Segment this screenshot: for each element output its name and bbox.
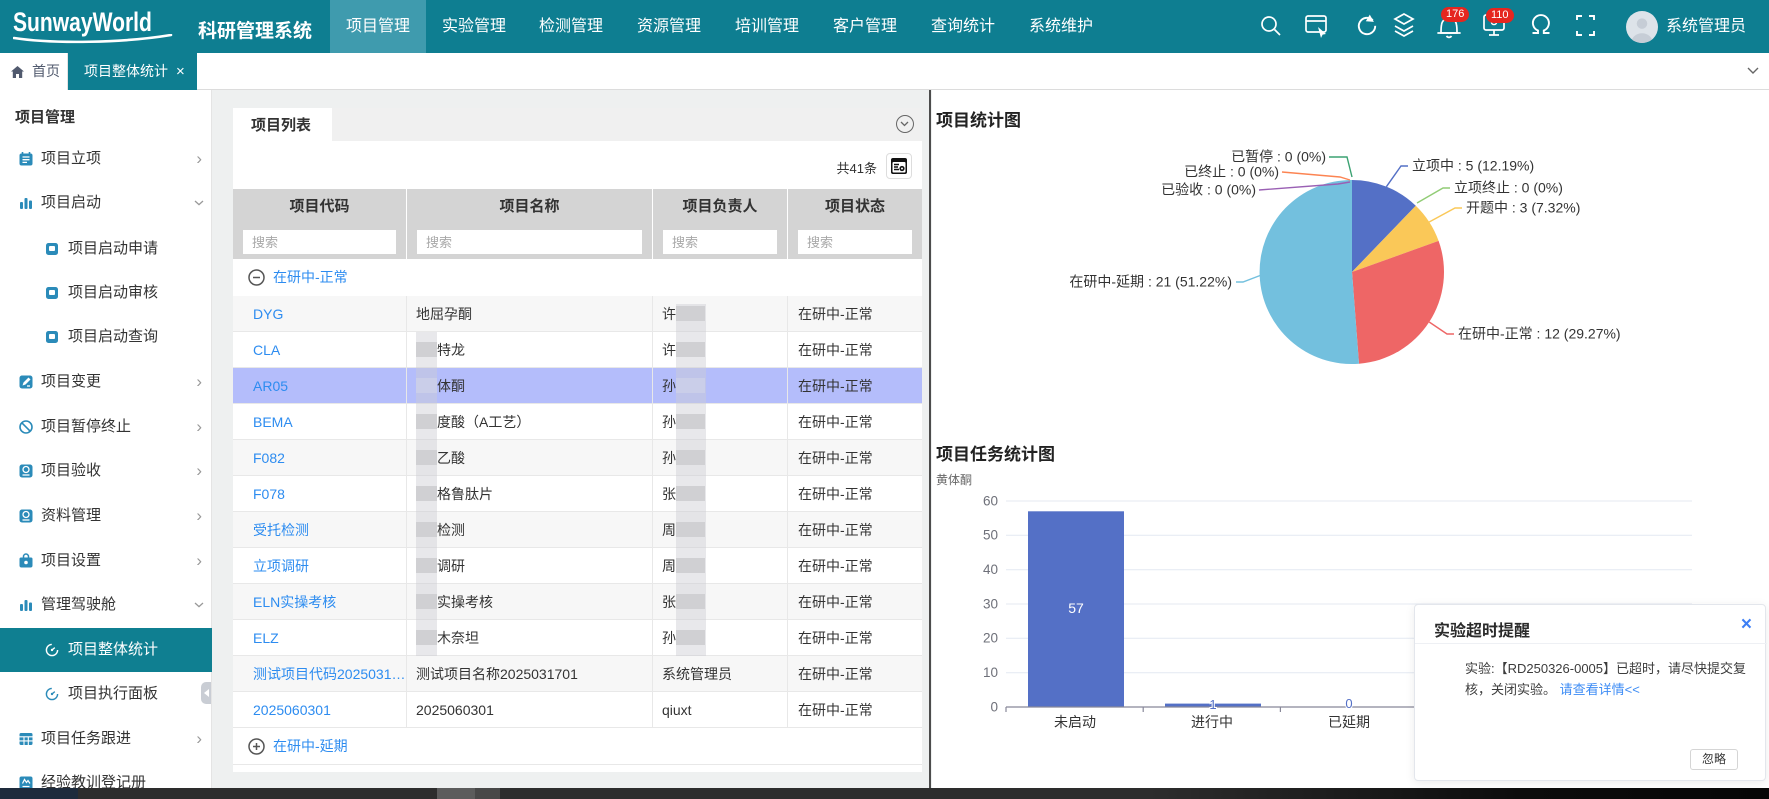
svg-text:57: 57 (1068, 600, 1084, 616)
svg-text:已验收 : 0 (0%): 已验收 : 0 (0%) (1161, 182, 1256, 198)
svg-text:在研中-延期 : 21 (51.22%): 在研中-延期 : 21 (51.22%) (1069, 274, 1232, 290)
svg-text:30: 30 (983, 597, 998, 612)
svg-text:10: 10 (983, 665, 998, 680)
svg-text:已终止 : 0 (0%): 已终止 : 0 (0%) (1184, 164, 1279, 180)
svg-text:0: 0 (1345, 696, 1352, 711)
svg-text:立项中 : 5 (12.19%): 立项中 : 5 (12.19%) (1412, 158, 1534, 174)
svg-text:40: 40 (983, 562, 998, 577)
svg-text:已延期: 已延期 (1328, 714, 1370, 730)
svg-text:未启动: 未启动 (1054, 714, 1096, 730)
svg-text:开题中 : 3 (7.32%): 开题中 : 3 (7.32%) (1466, 200, 1580, 216)
svg-text:在研中-正常 : 12 (29.27%): 在研中-正常 : 12 (29.27%) (1458, 326, 1621, 342)
svg-text:50: 50 (983, 528, 998, 543)
svg-text:0: 0 (990, 700, 998, 715)
svg-text:进行中: 进行中 (1191, 714, 1233, 730)
svg-text:20: 20 (983, 631, 998, 646)
svg-text:立项终止 : 0 (0%): 立项终止 : 0 (0%) (1454, 180, 1563, 196)
svg-text:60: 60 (983, 494, 998, 509)
svg-text:已暂停 : 0 (0%): 已暂停 : 0 (0%) (1231, 149, 1326, 165)
svg-text:1: 1 (1209, 697, 1216, 712)
